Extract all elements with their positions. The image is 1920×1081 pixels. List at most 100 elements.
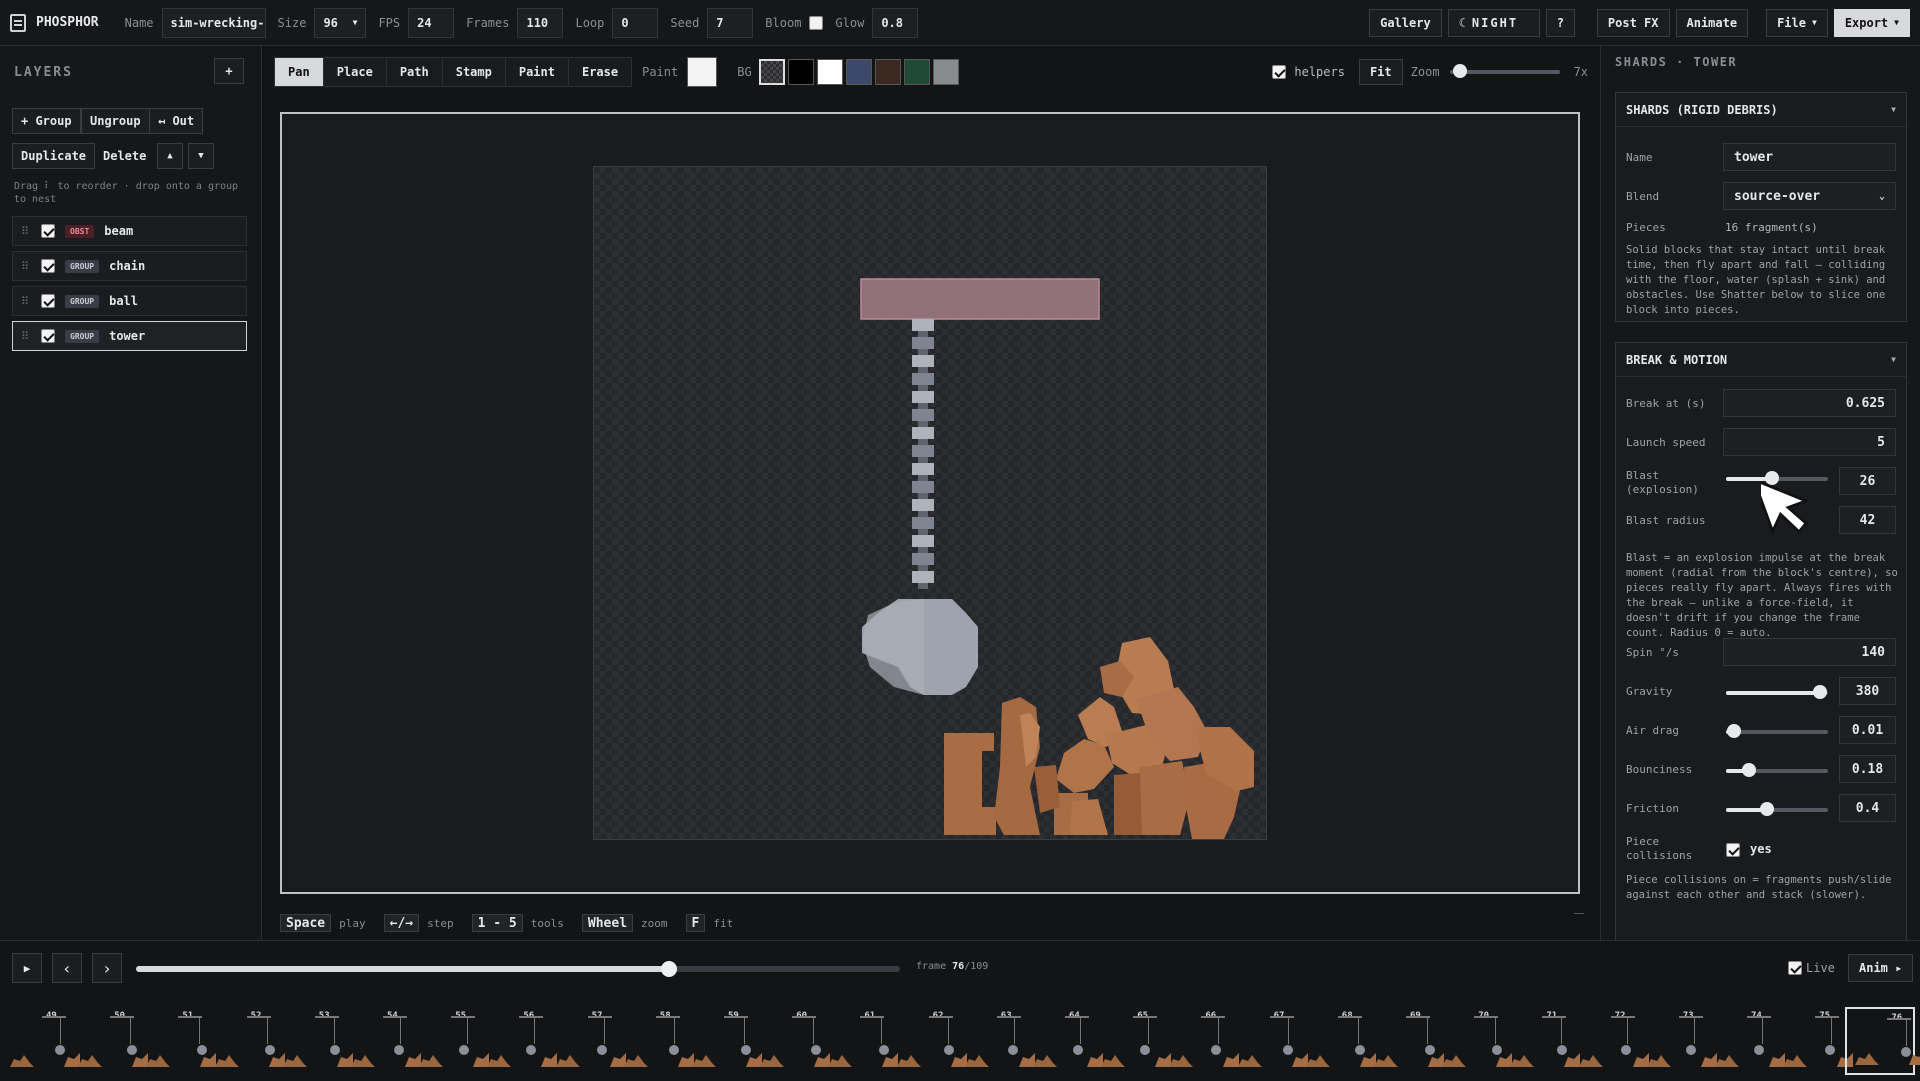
prev-frame-button[interactable]: ‹ xyxy=(52,953,82,983)
loop-input[interactable]: 0 xyxy=(612,7,659,38)
tool-erase-button[interactable]: Erase xyxy=(567,57,632,87)
bg-swatch[interactable] xyxy=(932,59,959,85)
fit-button[interactable]: Fit xyxy=(1358,59,1403,85)
paint-color-swatch[interactable] xyxy=(687,57,718,87)
frame-thumbnail[interactable]: 72 xyxy=(1571,1007,1649,1075)
sprite-canvas[interactable] xyxy=(593,166,1267,840)
layer-visibility-checkbox[interactable] xyxy=(41,294,55,308)
drag-handle-icon[interactable]: ⠿ xyxy=(21,225,31,238)
move-out-button[interactable]: ↤ Out xyxy=(149,108,204,134)
tool-pan-button[interactable]: Pan xyxy=(274,57,323,87)
gravity-slider[interactable] xyxy=(1726,685,1828,699)
live-checkbox[interactable] xyxy=(1788,961,1802,975)
drag-handle-icon[interactable]: ⠿ xyxy=(21,330,31,343)
gravity-slider-knob[interactable] xyxy=(1812,685,1827,699)
export-menu-button[interactable]: Export ▼ xyxy=(1833,8,1910,37)
bounciness-input[interactable]: 0.18 xyxy=(1839,755,1896,783)
frame-thumbnail[interactable]: 53 xyxy=(275,1007,353,1075)
collapse-hints-icon[interactable] xyxy=(1574,913,1584,914)
frame-thumbnail[interactable]: 68 xyxy=(1298,1007,1376,1075)
add-group-button[interactable]: + Group xyxy=(12,108,81,134)
bounciness-slider-knob[interactable] xyxy=(1742,763,1757,777)
seed-input[interactable]: 7 xyxy=(707,7,754,38)
bg-swatch[interactable] xyxy=(845,59,872,85)
frame-scrubber[interactable] xyxy=(136,961,900,977)
shards-section-header[interactable]: SHARDS (RIGID DEBRIS) ▼ xyxy=(1616,93,1906,127)
frame-thumbnail[interactable]: 73 xyxy=(1639,1007,1717,1075)
layer-visibility-checkbox[interactable] xyxy=(41,259,55,273)
friction-slider[interactable] xyxy=(1726,802,1828,816)
glow-input[interactable]: 0.8 xyxy=(872,7,919,38)
frame-thumbnail[interactable]: 74 xyxy=(1707,1007,1785,1075)
frame-thumbnail[interactable]: 56 xyxy=(479,1007,558,1075)
add-layer-button[interactable]: + xyxy=(214,58,244,84)
frame-thumbnail[interactable]: 65 xyxy=(1093,1007,1172,1075)
zoom-slider[interactable] xyxy=(1449,64,1560,78)
zoom-slider-knob[interactable] xyxy=(1453,64,1468,78)
frame-thumbnail[interactable]: 70 xyxy=(1434,1007,1513,1075)
animate-button[interactable]: Animate xyxy=(1675,8,1749,37)
next-frame-button[interactable]: › xyxy=(92,953,122,983)
break-at-input[interactable]: 0.625 xyxy=(1723,389,1896,417)
duplicate-button[interactable]: Duplicate xyxy=(12,143,96,169)
frame-thumbnail[interactable]: 61 xyxy=(820,1007,899,1075)
frame-thumbnail[interactable]: 76 xyxy=(1845,1007,1920,1075)
night-mode-button[interactable]: ☾ NIGHT xyxy=(1447,8,1540,37)
drag-handle-icon[interactable]: ⠿ xyxy=(21,295,31,308)
play-button[interactable]: ▶ xyxy=(12,953,42,983)
frame-thumbnail[interactable]: 54 xyxy=(343,1007,421,1075)
layer-row-beam[interactable]: ⠿ OBST beam xyxy=(12,216,247,246)
frames-input[interactable]: 110 xyxy=(517,7,564,38)
scrubber-knob[interactable] xyxy=(660,961,677,977)
delete-button[interactable]: Delete xyxy=(94,143,155,169)
friction-input[interactable]: 0.4 xyxy=(1839,794,1896,822)
frame-thumbnail[interactable]: 71 xyxy=(1502,1007,1581,1075)
frame-thumbnail[interactable]: 55 xyxy=(411,1007,490,1075)
ungroup-button[interactable]: Ungroup xyxy=(81,108,150,134)
frame-thumbnail[interactable]: 62 xyxy=(889,1007,967,1075)
frame-thumbnail[interactable]: 49 xyxy=(2,1007,80,1075)
break-motion-header[interactable]: BREAK & MOTION ▼ xyxy=(1616,343,1906,377)
bg-swatch[interactable] xyxy=(787,59,814,85)
frame-thumbnail[interactable]: 75 xyxy=(1775,1007,1854,1075)
piece-collisions-checkbox[interactable] xyxy=(1726,843,1740,857)
bg-swatch[interactable] xyxy=(816,59,843,85)
layer-visibility-checkbox[interactable] xyxy=(41,329,55,343)
blast-radius-input[interactable]: 42 xyxy=(1839,506,1896,534)
gallery-button[interactable]: Gallery xyxy=(1369,8,1442,37)
frame-thumbnail[interactable]: 60 xyxy=(752,1007,831,1075)
frame-thumbnail[interactable]: 57 xyxy=(548,1007,626,1075)
tool-paint-button[interactable]: Paint xyxy=(504,57,568,87)
bounciness-slider[interactable] xyxy=(1726,763,1828,777)
frame-thumbnail[interactable]: 67 xyxy=(1230,1007,1308,1075)
friction-slider-knob[interactable] xyxy=(1759,802,1774,816)
layer-row-ball[interactable]: ⠿ GROUP ball xyxy=(12,286,247,316)
helpers-checkbox[interactable] xyxy=(1272,65,1287,79)
frame-thumbnail[interactable]: 63 xyxy=(957,1007,1035,1075)
file-menu-button[interactable]: File ▼ xyxy=(1766,8,1828,37)
layer-name-input[interactable]: tower xyxy=(1723,143,1896,171)
tool-place-button[interactable]: Place xyxy=(322,57,386,87)
gravity-input[interactable]: 380 xyxy=(1839,677,1896,705)
blast-input[interactable]: 26 xyxy=(1839,467,1896,495)
spin-input[interactable]: 140 xyxy=(1723,638,1896,666)
help-button[interactable]: ? xyxy=(1545,8,1575,37)
layer-row-tower[interactable]: ⠿ GROUP tower xyxy=(12,321,247,351)
frame-thumbnail[interactable]: 59 xyxy=(684,1007,762,1075)
bg-swatch[interactable] xyxy=(874,59,901,85)
tool-stamp-button[interactable]: Stamp xyxy=(441,57,505,87)
move-down-button[interactable]: ▼ xyxy=(188,143,214,169)
frame-thumbnail[interactable]: 69 xyxy=(1366,1007,1444,1075)
bg-swatch[interactable] xyxy=(758,59,785,85)
bg-swatch[interactable] xyxy=(903,59,930,85)
post-fx-button[interactable]: Post FX xyxy=(1596,8,1670,37)
air-drag-slider-knob[interactable] xyxy=(1727,724,1742,738)
layer-visibility-checkbox[interactable] xyxy=(41,224,55,238)
air-drag-slider[interactable] xyxy=(1726,724,1828,738)
frame-thumbnail[interactable]: 58 xyxy=(616,1007,694,1075)
blend-select[interactable]: source-over ⌄ xyxy=(1723,182,1896,210)
drag-handle-icon[interactable]: ⠿ xyxy=(21,260,31,273)
name-input[interactable]: sim-wrecking- xyxy=(161,7,266,38)
launch-speed-input[interactable]: 5 xyxy=(1723,428,1896,456)
fps-input[interactable]: 24 xyxy=(408,7,455,38)
